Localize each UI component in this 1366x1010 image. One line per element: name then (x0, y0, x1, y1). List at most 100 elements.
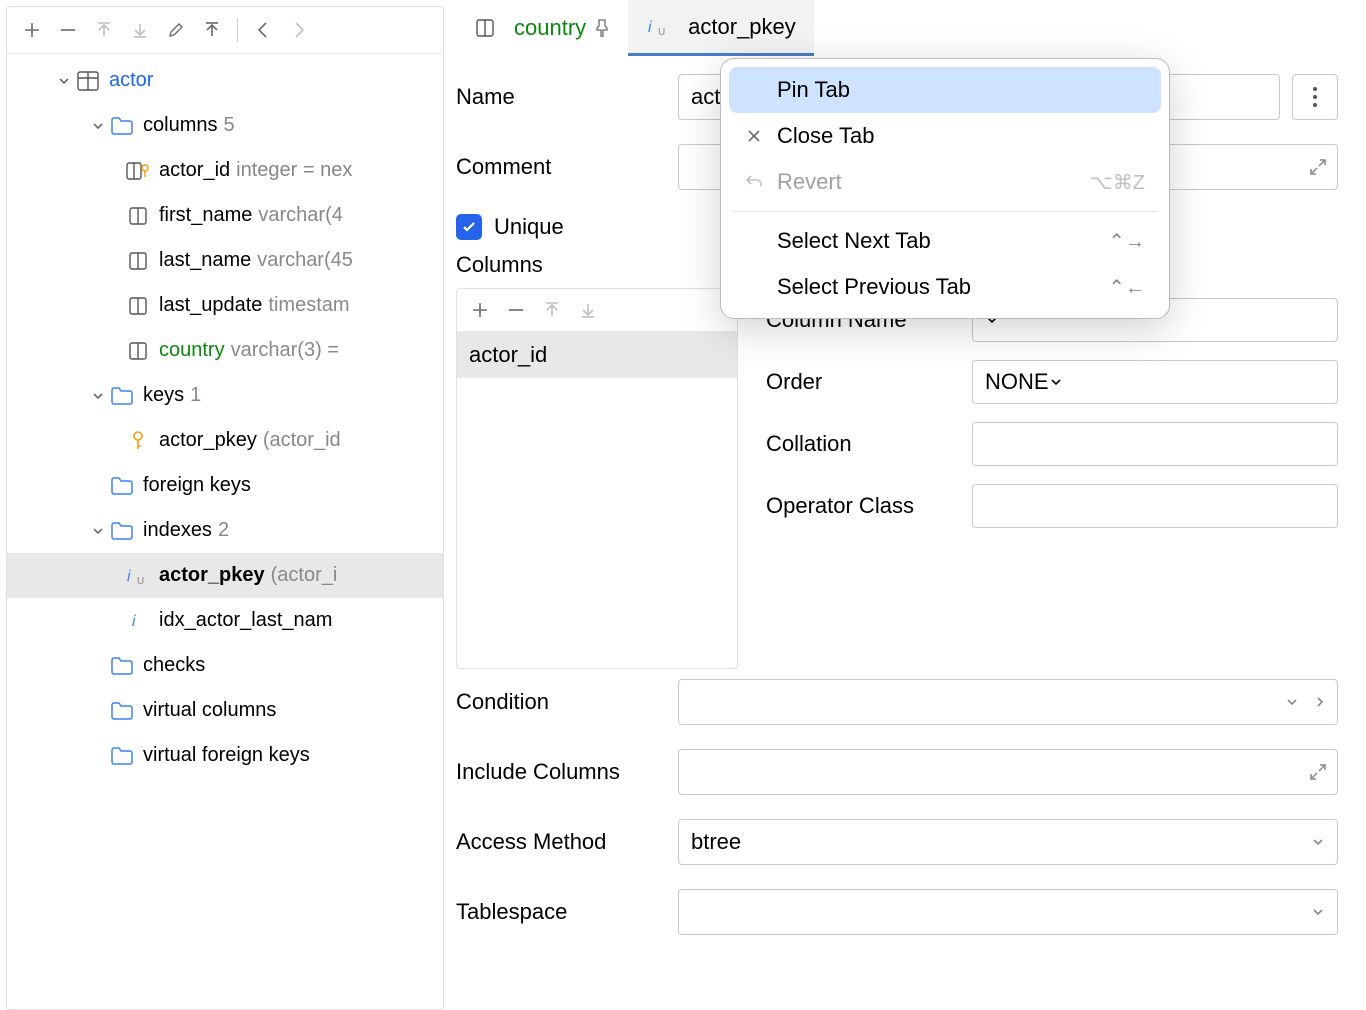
ctx-select-previous-tab[interactable]: Select Previous Tab ⌃← (729, 264, 1161, 310)
index-icon: i (125, 608, 151, 634)
tree-column-last-name[interactable]: last_name varchar(45 (7, 238, 443, 283)
chevron-down-icon (87, 520, 109, 542)
folder-icon (109, 518, 135, 544)
remove-column-button[interactable] (499, 293, 533, 327)
separator (237, 18, 238, 42)
ctx-select-next-tab[interactable]: Select Next Tab ⌃→ (729, 218, 1161, 264)
collation-input[interactable] (972, 422, 1338, 466)
key-meta: (actor_id (263, 429, 341, 452)
access-method-label: Access Method (456, 829, 678, 855)
column-type: varchar(45 (257, 249, 353, 272)
back-button[interactable] (246, 13, 280, 47)
tree-column-first-name[interactable]: first_name varchar(4 (7, 193, 443, 238)
tree-index-actor-pkey[interactable]: iU actor_pkey (actor_i (7, 553, 443, 598)
chevron-down-icon (87, 115, 109, 137)
tree-node-keys[interactable]: keys 1 (7, 373, 443, 418)
add-button[interactable] (15, 13, 49, 47)
column-item-actor-id[interactable]: actor_id (457, 332, 737, 378)
operator-class-label: Operator Class (766, 493, 972, 519)
column-name: first_name (159, 204, 252, 227)
index-unique-icon: iU (646, 14, 672, 40)
tab-country[interactable]: country (454, 0, 628, 56)
column-key-icon (125, 158, 151, 184)
add-column-button[interactable] (463, 293, 497, 327)
ctx-close-tab[interactable]: Close Tab (729, 113, 1161, 159)
key-icon (125, 428, 151, 454)
column-name: actor_id (159, 159, 230, 182)
expand-icon (1309, 763, 1327, 781)
condition-input[interactable] (678, 679, 1338, 725)
remove-button[interactable] (51, 13, 85, 47)
unique-checkbox[interactable] (456, 214, 482, 240)
tree-index-idx-actor-last-name[interactable]: i idx_actor_last_nam (7, 598, 443, 643)
column-type: integer = nex (236, 159, 352, 182)
tree-node-foreign-keys[interactable]: foreign keys (7, 463, 443, 508)
tree-node-indexes[interactable]: indexes 2 (7, 508, 443, 553)
move-column-down-button[interactable] (571, 293, 605, 327)
folder-icon (109, 653, 135, 679)
keys-count: 1 (190, 384, 201, 407)
ctx-shortcut: ⌥⌘Z (1090, 170, 1145, 195)
tree-node-table[interactable]: actor (7, 58, 443, 103)
tree-node-virtual-foreign-keys[interactable]: virtual foreign keys (7, 733, 443, 778)
name-value: act (691, 84, 720, 110)
column-name: last_name (159, 249, 251, 272)
folder-icon (109, 383, 135, 409)
name-label: Name (456, 84, 678, 110)
edit-button[interactable] (159, 13, 193, 47)
expand-icon (1309, 158, 1327, 176)
tree-node-columns[interactable]: columns 5 (7, 103, 443, 148)
virtual-columns-label: virtual columns (143, 699, 276, 722)
index-meta: (actor_i (271, 564, 338, 587)
tab-bar: country iU actor_pkey (444, 0, 1366, 56)
sidebar: actor columns 5 actor_id integer = nex f… (6, 6, 444, 1010)
indexes-label: indexes (143, 519, 212, 542)
column-icon (125, 293, 151, 319)
sidebar-toolbar (7, 7, 443, 54)
tab-actor-pkey[interactable]: iU actor_pkey (628, 0, 814, 56)
tree-column-country[interactable]: country varchar(3) = (7, 328, 443, 373)
chevron-down-icon (1311, 835, 1325, 849)
order-select[interactable]: NONE (972, 360, 1338, 404)
chevron-right-icon (1313, 695, 1327, 709)
operator-class-input[interactable] (972, 484, 1338, 528)
tree-column-actor-id[interactable]: actor_id integer = nex (7, 148, 443, 193)
move-down-button[interactable] (123, 13, 157, 47)
folder-icon (109, 473, 135, 499)
ctx-label: Pin Tab (777, 77, 850, 103)
chevron-down-icon (1049, 375, 1063, 389)
tree-node-checks[interactable]: checks (7, 643, 443, 688)
svg-text:U: U (658, 27, 665, 37)
table-icon (75, 68, 101, 94)
svg-text:U: U (137, 576, 144, 586)
column-type: varchar(4 (258, 204, 342, 227)
columns-list: actor_id (456, 288, 738, 669)
access-method-value: btree (691, 829, 741, 855)
ctx-pin-tab[interactable]: Pin Tab (729, 67, 1161, 113)
chevron-down-icon (87, 385, 109, 407)
more-options-button[interactable] (1292, 74, 1338, 120)
rename-button[interactable] (195, 13, 229, 47)
access-method-select[interactable]: btree (678, 819, 1338, 865)
ctx-shortcut: ⌃→ (1108, 229, 1145, 254)
include-columns-label: Include Columns (456, 759, 678, 785)
tree-node-virtual-columns[interactable]: virtual columns (7, 688, 443, 733)
tablespace-select[interactable] (678, 889, 1338, 935)
include-columns-input[interactable] (678, 749, 1338, 795)
move-column-up-button[interactable] (535, 293, 569, 327)
key-name: actor_pkey (159, 429, 257, 452)
pin-icon (594, 19, 610, 37)
tab-label: country (514, 15, 586, 41)
svg-text:i: i (132, 613, 136, 630)
forward-button[interactable] (282, 13, 316, 47)
context-menu: Pin Tab Close Tab Revert ⌥⌘Z Select Next… (720, 58, 1170, 319)
ctx-shortcut: ⌃← (1108, 275, 1145, 300)
condition-label: Condition (456, 689, 678, 715)
ctx-label: Close Tab (777, 123, 874, 149)
folder-icon (109, 743, 135, 769)
comment-label: Comment (456, 154, 678, 180)
separator (733, 211, 1157, 212)
tree-column-last-update[interactable]: last_update timestam (7, 283, 443, 328)
tree-key-actor-pkey[interactable]: actor_pkey (actor_id (7, 418, 443, 463)
move-up-button[interactable] (87, 13, 121, 47)
